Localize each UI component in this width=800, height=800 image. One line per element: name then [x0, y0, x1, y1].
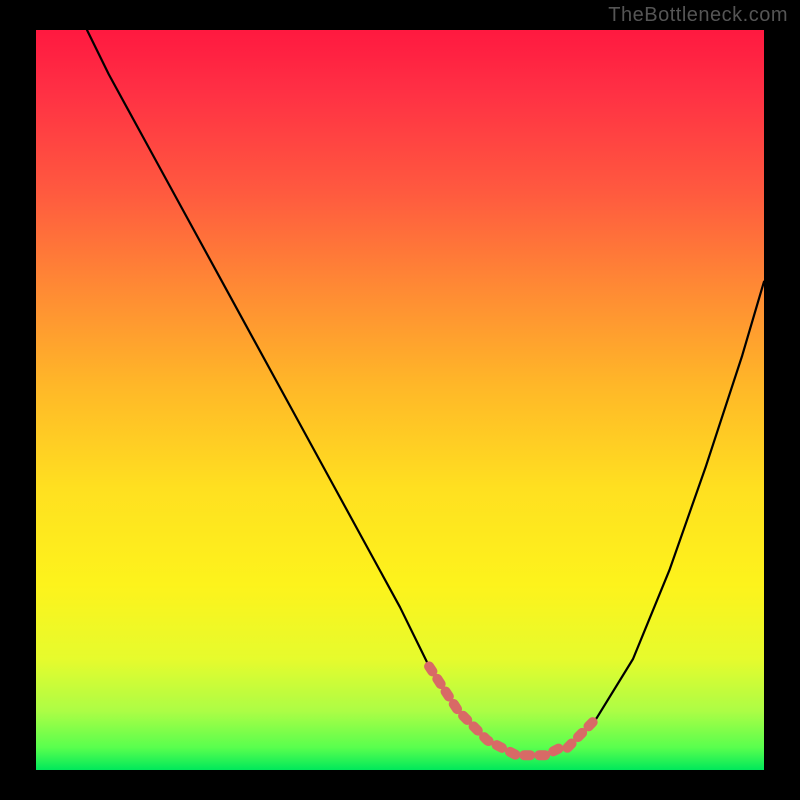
- chart-frame: TheBottleneck.com: [0, 0, 800, 800]
- watermark-text: TheBottleneck.com: [608, 4, 788, 27]
- target-band-path: [429, 666, 596, 755]
- bottleneck-curve-path: [87, 30, 764, 755]
- curve-layer: [36, 30, 764, 770]
- plot-area: [36, 30, 764, 770]
